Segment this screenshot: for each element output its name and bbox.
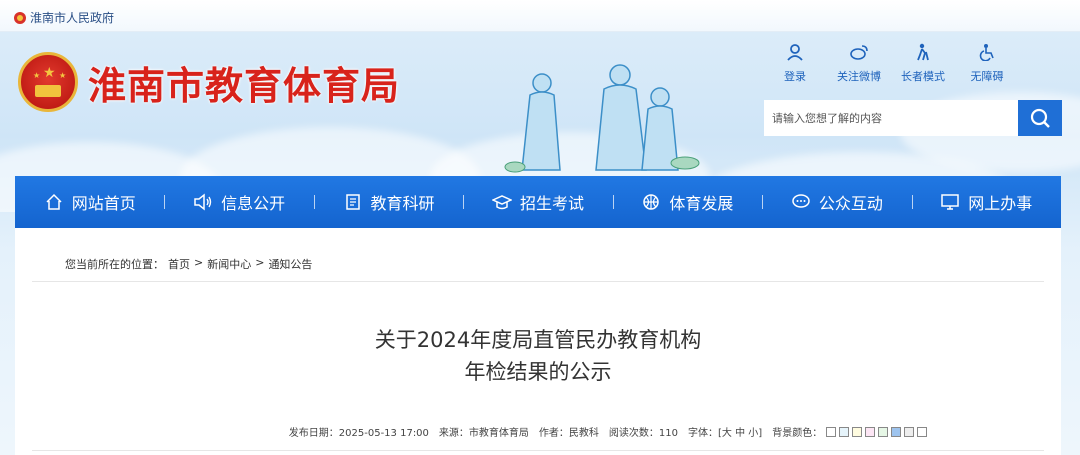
nav-enrollment-exams[interactable]: 招生考试 bbox=[463, 176, 612, 228]
header-tools: 登录 关注微博 长者模式 无障碍 bbox=[770, 42, 1012, 84]
follow-weibo-button[interactable]: 关注微博 bbox=[834, 42, 884, 84]
nav-online-services-label: 网上办事 bbox=[968, 194, 1033, 213]
font-medium-button[interactable]: 中 bbox=[735, 428, 745, 439]
nav-info-disclosure-label: 信息公开 bbox=[221, 194, 286, 213]
elder-icon bbox=[913, 42, 933, 62]
bg-swatch[interactable] bbox=[852, 426, 863, 437]
basketball-icon bbox=[641, 192, 661, 212]
confucius-figures-illustration bbox=[504, 64, 700, 173]
nav-home-label: 网站首页 bbox=[71, 194, 136, 213]
bg-color-swatches bbox=[826, 426, 928, 437]
weibo-icon bbox=[849, 42, 869, 62]
breadcrumb: 您当前所在的位置： 首页 > 新闻中心 > 通知公告 bbox=[65, 256, 312, 272]
site-title: 淮南市教育体育局 bbox=[88, 63, 401, 108]
divider bbox=[32, 281, 1044, 282]
content-panel: 您当前所在的位置： 首页 > 新闻中心 > 通知公告 关于2024年度局直管民办… bbox=[15, 228, 1061, 455]
bg-swatch[interactable] bbox=[826, 426, 837, 437]
accessibility-label: 无障碍 bbox=[970, 70, 1004, 83]
national-emblem-icon: ★ ★ ★ bbox=[18, 52, 78, 112]
search-icon bbox=[1030, 108, 1050, 128]
nav-sports-development[interactable]: 体育发展 bbox=[612, 176, 762, 228]
breadcrumb-separator: > bbox=[255, 256, 265, 269]
view-count: 阅读次数：110 bbox=[608, 428, 679, 439]
article-author: 作者：民教科 bbox=[538, 428, 599, 439]
nav-education-research[interactable]: 教育科研 bbox=[313, 176, 463, 228]
nav-public-interaction[interactable]: 公众互动 bbox=[762, 176, 911, 228]
bg-color-controls: 背景颜色： bbox=[772, 424, 928, 439]
bg-swatch[interactable] bbox=[917, 426, 928, 437]
bg-swatch[interactable] bbox=[904, 426, 915, 437]
bg-swatch[interactable] bbox=[839, 426, 850, 437]
divider bbox=[32, 450, 1044, 451]
font-size-controls: 字体：[大 中 小] bbox=[688, 424, 762, 439]
bg-swatch[interactable] bbox=[865, 426, 876, 437]
font-large-button[interactable]: 大 bbox=[722, 428, 732, 439]
article-title: 关于2024年度局直管民办教育机构 年检结果的公示 bbox=[15, 324, 1061, 388]
breadcrumb-news-center[interactable]: 新闻中心 bbox=[207, 256, 251, 272]
document-icon bbox=[343, 192, 363, 212]
chat-bubble-icon bbox=[791, 192, 811, 212]
bg-swatch[interactable] bbox=[878, 426, 889, 437]
elder-mode-button[interactable]: 长者模式 bbox=[898, 42, 948, 84]
font-small-button[interactable]: 小 bbox=[748, 428, 758, 439]
home-icon bbox=[44, 192, 64, 212]
font-size-close: ] bbox=[758, 428, 763, 439]
gov-link-label[interactable]: 淮南市人民政府 bbox=[30, 9, 114, 26]
monitor-icon bbox=[940, 192, 960, 212]
speaker-icon bbox=[193, 192, 213, 212]
breadcrumb-prefix: 您当前所在的位置： bbox=[65, 258, 164, 271]
nav-online-services[interactable]: 网上办事 bbox=[911, 176, 1061, 228]
top-bar: 淮南市人民政府 bbox=[0, 0, 1080, 32]
login-button[interactable]: 登录 bbox=[770, 42, 820, 84]
article-source: 来源：市教育体育局 bbox=[438, 428, 529, 439]
nav-enrollment-exams-label: 招生考试 bbox=[519, 194, 584, 213]
breadcrumb-home[interactable]: 首页 bbox=[168, 256, 190, 272]
nav-info-disclosure[interactable]: 信息公开 bbox=[164, 176, 313, 228]
bg-swatch[interactable] bbox=[891, 426, 902, 437]
site-logo[interactable]: ★ ★ ★ 淮南市教育体育局 bbox=[18, 52, 400, 112]
accessibility-icon bbox=[977, 42, 997, 62]
bg-color-label: 背景颜色： bbox=[772, 428, 823, 439]
breadcrumb-notices[interactable]: 通知公告 bbox=[268, 256, 312, 272]
user-icon bbox=[785, 42, 805, 62]
article-title-line2: 年检结果的公示 bbox=[464, 360, 612, 384]
follow-weibo-label: 关注微博 bbox=[837, 70, 881, 83]
nav-sports-development-label: 体育发展 bbox=[669, 194, 734, 213]
font-size-label: 字体：[ bbox=[688, 428, 722, 439]
nav-home[interactable]: 网站首页 bbox=[15, 176, 164, 228]
national-emblem-icon bbox=[14, 11, 26, 24]
article-title-line1: 关于2024年度局直管民办教育机构 bbox=[374, 328, 702, 352]
breadcrumb-separator: > bbox=[194, 256, 204, 269]
search-button[interactable] bbox=[1018, 100, 1062, 136]
nav-public-interaction-label: 公众互动 bbox=[818, 194, 883, 213]
gov-link[interactable]: 淮南市人民政府 bbox=[14, 9, 114, 26]
graduation-cap-icon bbox=[491, 192, 512, 212]
search-bar bbox=[764, 100, 1062, 136]
nav-education-research-label: 教育科研 bbox=[370, 194, 435, 213]
accessibility-button[interactable]: 无障碍 bbox=[962, 42, 1012, 84]
publish-date: 发布日期：2025-05-13 17:00 bbox=[288, 428, 429, 439]
login-label: 登录 bbox=[784, 70, 806, 83]
main-nav: 网站首页 信息公开 教育科研 招生考试 体育发展 公众互动 网上办事 bbox=[15, 176, 1061, 228]
search-input[interactable] bbox=[764, 100, 1018, 136]
elder-mode-label: 长者模式 bbox=[901, 70, 945, 83]
article-meta: 发布日期：2025-05-13 17:00 来源：市教育体育局 作者：民教科 阅… bbox=[15, 424, 1061, 439]
